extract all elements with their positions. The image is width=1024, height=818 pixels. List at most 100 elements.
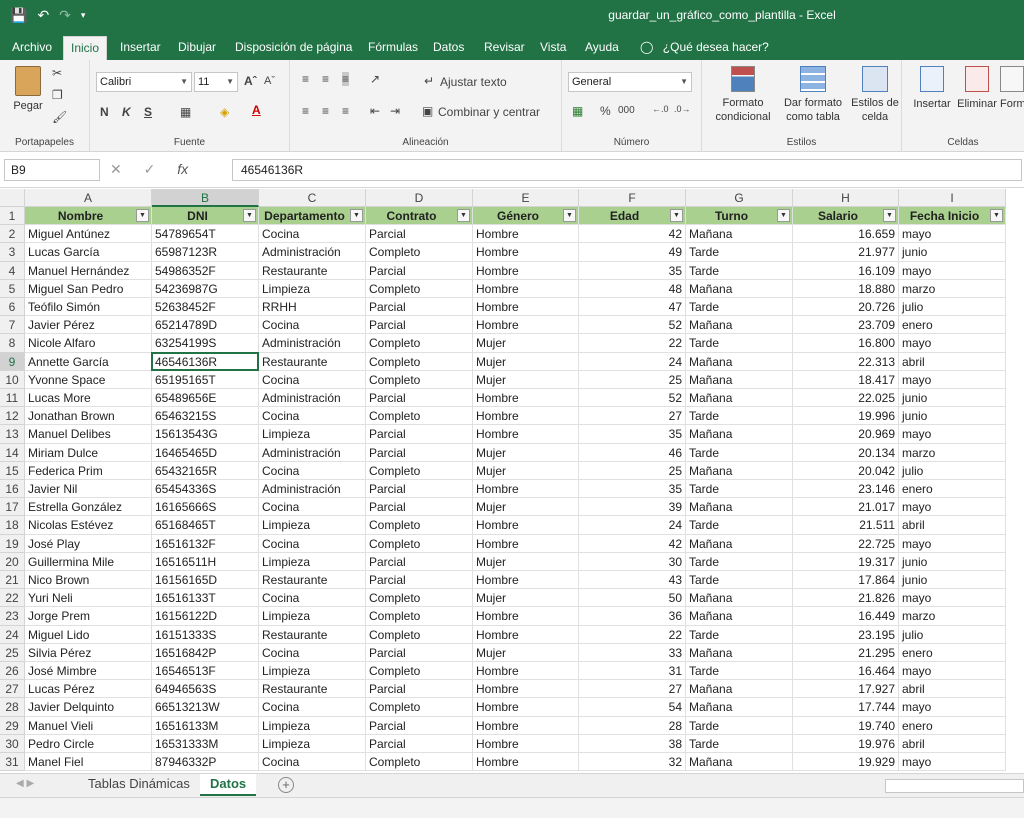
font-name-select[interactable]: Calibri ▼ <box>96 72 192 92</box>
table-cell[interactable]: Administración <box>259 334 366 353</box>
table-cell[interactable]: 20.969 <box>793 425 899 444</box>
table-cell[interactable]: Tarde <box>686 662 793 681</box>
align-right-icon[interactable]: ≡ <box>342 104 349 118</box>
table-cell[interactable]: Jorge Prem <box>25 607 152 626</box>
format-cells-button[interactable]: Form <box>1000 66 1024 110</box>
table-cell[interactable]: 16151333S <box>152 625 259 644</box>
table-cell[interactable]: Cocina <box>259 753 366 772</box>
table-header-cell[interactable]: Género ▼ <box>473 207 579 226</box>
table-cell[interactable]: Mañana <box>686 643 793 662</box>
name-box[interactable]: B9 <box>4 159 100 181</box>
row-header[interactable]: 15 <box>0 461 25 480</box>
table-header-cell[interactable]: Salario ▼ <box>793 207 899 226</box>
table-cell[interactable]: Mañana <box>686 425 793 444</box>
table-cell[interactable]: 16531333M <box>152 734 259 753</box>
table-cell[interactable]: Hombre <box>473 425 579 444</box>
table-cell[interactable]: Completo <box>366 334 473 353</box>
table-cell[interactable]: Tarde <box>686 407 793 426</box>
sheet-tab-datos[interactable]: Datos <box>200 774 257 796</box>
row-header[interactable]: 30 <box>0 734 25 753</box>
table-cell[interactable]: 16516511H <box>152 552 259 571</box>
table-cell[interactable]: Teófilo Simón <box>25 298 152 317</box>
table-cell[interactable]: Annette García <box>25 352 152 371</box>
tab-ayuda[interactable]: Ayuda <box>578 36 626 60</box>
table-cell[interactable]: Administración <box>259 389 366 408</box>
increase-indent-icon[interactable]: ⇥ <box>390 104 400 118</box>
table-cell[interactable]: Lucas García <box>25 243 152 262</box>
table-cell[interactable]: Cocina <box>259 407 366 426</box>
table-cell[interactable]: julio <box>899 298 1006 317</box>
table-cell[interactable]: Limpieza <box>259 516 366 535</box>
row-header[interactable]: 24 <box>0 625 25 644</box>
table-cell[interactable]: Parcial <box>366 425 473 444</box>
table-cell[interactable]: Hombre <box>473 662 579 681</box>
table-cell[interactable]: Silvia Pérez <box>25 643 152 662</box>
table-cell[interactable]: Completo <box>366 461 473 480</box>
table-cell[interactable]: 54236987G <box>152 279 259 298</box>
table-cell[interactable]: mayo <box>899 662 1006 681</box>
table-cell[interactable]: Mañana <box>686 753 793 772</box>
table-cell[interactable]: Yvonne Space <box>25 370 152 389</box>
table-cell[interactable]: Mujer <box>473 552 579 571</box>
table-cell[interactable]: 64946563S <box>152 680 259 699</box>
table-cell[interactable]: 42 <box>579 534 686 553</box>
table-cell[interactable]: 35 <box>579 261 686 280</box>
table-cell[interactable]: 19.929 <box>793 753 899 772</box>
table-cell[interactable]: Mujer <box>473 589 579 608</box>
font-color-icon[interactable]: A <box>252 103 261 117</box>
table-cell[interactable]: 17.864 <box>793 571 899 590</box>
align-left-icon[interactable]: ≡ <box>302 104 309 118</box>
table-cell[interactable]: Completo <box>366 589 473 608</box>
table-cell[interactable]: Limpieza <box>259 552 366 571</box>
table-cell[interactable]: enero <box>899 480 1006 499</box>
table-cell[interactable]: julio <box>899 625 1006 644</box>
table-cell[interactable]: 16.659 <box>793 225 899 244</box>
table-header-cell[interactable]: Contrato ▼ <box>366 207 473 226</box>
table-cell[interactable]: Completo <box>366 370 473 389</box>
formula-input[interactable]: 46546136R <box>232 159 1022 181</box>
table-cell[interactable]: 46546136R <box>152 352 259 371</box>
table-cell[interactable]: 21.511 <box>793 516 899 535</box>
table-cell[interactable]: 20.042 <box>793 461 899 480</box>
underline-button[interactable]: S <box>144 105 152 119</box>
table-cell[interactable]: Estrella González <box>25 498 152 517</box>
table-cell[interactable]: Completo <box>366 607 473 626</box>
table-cell[interactable]: Completo <box>366 662 473 681</box>
table-cell[interactable]: Parcial <box>366 734 473 753</box>
table-cell[interactable]: Completo <box>366 407 473 426</box>
table-cell[interactable]: José Mimbre <box>25 662 152 681</box>
row-header[interactable]: 21 <box>0 571 25 590</box>
table-cell[interactable]: 22 <box>579 334 686 353</box>
align-top-icon[interactable]: ≡ <box>302 72 309 86</box>
table-cell[interactable]: 47 <box>579 298 686 317</box>
table-cell[interactable]: 16546513F <box>152 662 259 681</box>
table-cell[interactable]: Mujer <box>473 498 579 517</box>
table-cell[interactable]: Hombre <box>473 716 579 735</box>
table-cell[interactable]: Hombre <box>473 225 579 244</box>
table-cell[interactable]: Administración <box>259 443 366 462</box>
table-cell[interactable]: 42 <box>579 225 686 244</box>
table-cell[interactable]: junio <box>899 552 1006 571</box>
table-cell[interactable]: 28 <box>579 716 686 735</box>
table-cell[interactable]: Hombre <box>473 734 579 753</box>
table-cell[interactable]: Cocina <box>259 534 366 553</box>
table-cell[interactable]: 54789654T <box>152 225 259 244</box>
table-header-cell[interactable]: DNI ▼ <box>152 207 259 226</box>
row-header[interactable]: 5 <box>0 279 25 298</box>
paste-button[interactable]: Pegar <box>8 66 48 112</box>
table-cell[interactable]: Parcial <box>366 680 473 699</box>
table-cell[interactable]: Hombre <box>473 389 579 408</box>
table-cell[interactable]: Miriam Dulce <box>25 443 152 462</box>
row-header[interactable]: 9 <box>0 352 25 371</box>
table-cell[interactable]: Hombre <box>473 480 579 499</box>
table-cell[interactable]: Limpieza <box>259 716 366 735</box>
format-painter-icon[interactable]: 🖌 <box>52 110 67 124</box>
table-cell[interactable]: Jonathan Brown <box>25 407 152 426</box>
copy-icon[interactable]: ❐ <box>52 88 63 102</box>
column-header-g[interactable]: G <box>686 189 793 207</box>
table-cell[interactable]: 20.726 <box>793 298 899 317</box>
align-center-icon[interactable]: ≡ <box>322 104 329 118</box>
table-cell[interactable]: Mujer <box>473 352 579 371</box>
insert-cells-button[interactable]: Insertar <box>912 66 952 110</box>
row-header[interactable]: 20 <box>0 552 25 571</box>
